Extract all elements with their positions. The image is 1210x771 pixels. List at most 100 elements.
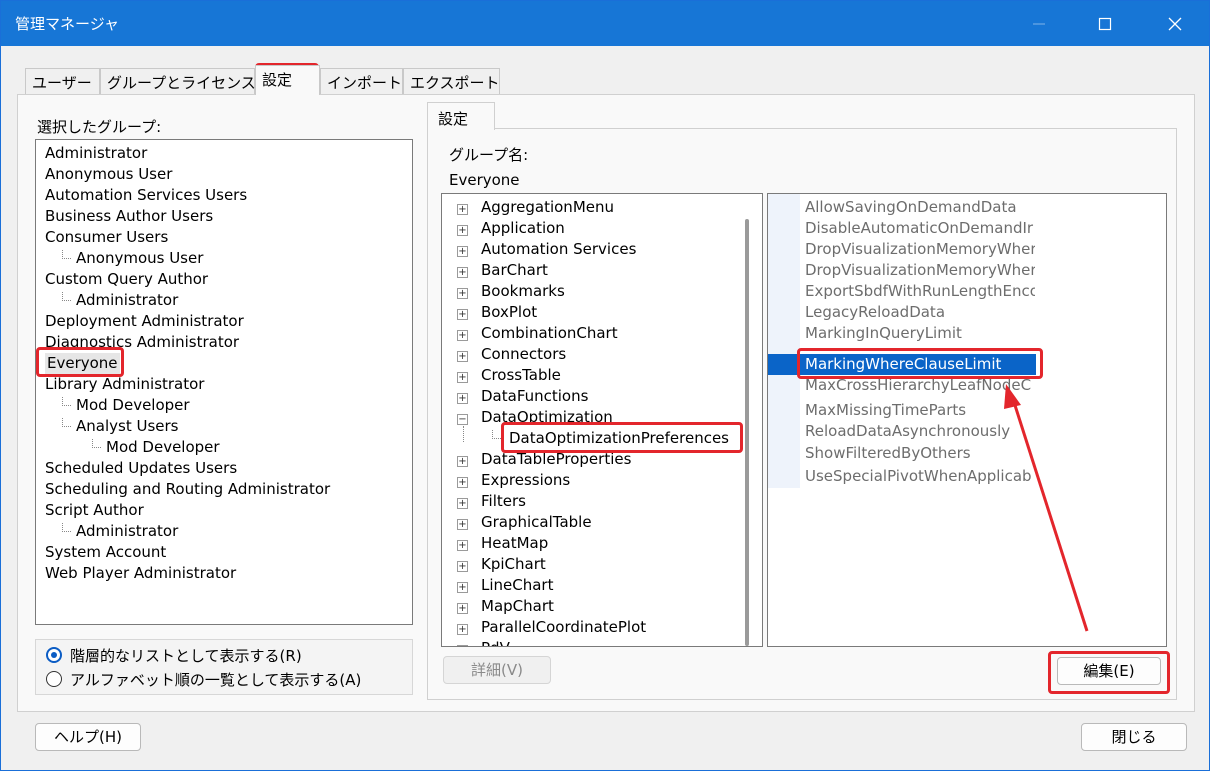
expand-icon[interactable]: + [457, 477, 468, 488]
category-item[interactable]: BoxPlot [481, 302, 537, 323]
group-item[interactable]: Script Author [45, 500, 144, 521]
expand-icon[interactable]: + [457, 204, 468, 215]
group-item[interactable]: Automation Services Users [45, 185, 247, 206]
tab-settings[interactable]: 設定 [255, 65, 320, 95]
collapse-icon[interactable]: − [457, 414, 468, 425]
category-item[interactable]: KpiChart [481, 554, 546, 575]
group-item[interactable]: Library Administrator [45, 374, 204, 395]
expand-icon[interactable]: + [457, 267, 468, 278]
tab-import[interactable]: インポート [320, 68, 403, 95]
group-item[interactable]: Administrator [45, 143, 147, 164]
group-list[interactable]: Administrator Anonymous User Automation … [35, 139, 413, 625]
minimize-button[interactable] [1009, 1, 1069, 46]
group-item[interactable]: Mod Developer [76, 395, 190, 416]
tab-groups-and-licenses[interactable]: グループとライセンス [100, 68, 256, 95]
category-item[interactable]: Bookmarks [481, 281, 565, 302]
category-item[interactable]: AggregationMenu [481, 197, 614, 218]
group-item[interactable]: Diagnostics Administrator [45, 332, 239, 353]
category-item[interactable]: ParallelCoordinatePlot [481, 617, 646, 638]
expand-icon[interactable]: + [457, 645, 468, 646]
setting-properties-list[interactable]: AllowSavingOnDemandData DisableAutomatic… [767, 193, 1167, 647]
property-row[interactable]: DisableAutomaticOnDemandIr [768, 218, 1036, 239]
expand-icon[interactable]: + [457, 351, 468, 362]
group-item[interactable]: Deployment Administrator [45, 311, 244, 332]
category-item[interactable]: DataFunctions [481, 386, 588, 407]
tree-connector [62, 250, 71, 259]
property-row[interactable]: UseSpecialPivotWhenApplicab [768, 466, 1036, 487]
expand-icon[interactable]: + [457, 309, 468, 320]
category-item[interactable]: Automation Services [481, 239, 636, 260]
group-item[interactable]: Analyst Users [76, 416, 178, 437]
category-item[interactable]: HeatMap [481, 533, 548, 554]
close-window-button[interactable] [1145, 1, 1205, 46]
expand-icon[interactable]: + [457, 393, 468, 404]
property-row[interactable]: AllowSavingOnDemandData [768, 197, 1036, 218]
group-item-everyone-selected[interactable]: Everyone [45, 353, 120, 374]
group-item[interactable]: Administrator [76, 521, 178, 542]
expand-icon[interactable]: + [457, 456, 468, 467]
expand-icon[interactable]: + [457, 561, 468, 572]
category-item[interactable]: MapChart [481, 596, 554, 617]
category-item[interactable]: Connectors [481, 344, 566, 365]
settings-subtab[interactable]: 設定 [427, 102, 495, 130]
details-button[interactable]: 詳細(V) [443, 656, 551, 684]
group-item[interactable]: Web Player Administrator [45, 563, 236, 584]
property-row[interactable]: ShowFilteredByOthers [768, 443, 1036, 464]
tab-export[interactable]: エクスポート [403, 68, 500, 95]
group-item[interactable]: Administrator [76, 290, 178, 311]
property-row[interactable]: DropVisualizationMemoryWher [768, 260, 1036, 281]
radio-hierarchical-label[interactable]: 階層的なリストとして表示する(R) [70, 645, 302, 666]
expand-icon[interactable]: + [457, 330, 468, 341]
category-item[interactable]: DataOptimization [481, 407, 613, 428]
category-item[interactable]: Expressions [481, 470, 570, 491]
expand-icon[interactable]: + [457, 582, 468, 593]
property-row[interactable]: LegacyReloadData [768, 302, 1036, 323]
expand-icon[interactable]: + [457, 372, 468, 383]
property-row-selected[interactable]: MarkingWhereClauseLimit [768, 354, 1036, 375]
group-item[interactable]: Consumer Users [45, 227, 168, 248]
category-item[interactable]: BarChart [481, 260, 548, 281]
property-row[interactable]: MaxCrossHierarchyLeafNodeC [768, 375, 1036, 396]
group-item[interactable]: System Account [45, 542, 166, 563]
group-item[interactable]: Custom Query Author [45, 269, 208, 290]
category-item[interactable]: GraphicalTable [481, 512, 592, 533]
expand-icon[interactable]: + [457, 540, 468, 551]
expand-icon[interactable]: + [457, 603, 468, 614]
expand-icon[interactable]: + [457, 519, 468, 530]
edit-button[interactable]: 編集(E) [1057, 657, 1161, 685]
property-row[interactable]: ReloadDataAsynchronously [768, 421, 1036, 442]
minimize-icon [1033, 23, 1045, 24]
category-item[interactable]: CombinationChart [481, 323, 618, 344]
radio-hierarchical[interactable] [46, 647, 62, 663]
radio-alphabetical-label[interactable]: アルファベット順の一覧として表示する(A) [70, 669, 361, 690]
expand-icon[interactable]: + [457, 225, 468, 236]
category-scrollbar[interactable] [745, 219, 749, 646]
group-item[interactable]: Scheduling and Routing Administrator [45, 479, 330, 500]
category-item[interactable]: Filters [481, 491, 526, 512]
category-item[interactable]: LineChart [481, 575, 553, 596]
category-item[interactable]: CrossTable [481, 365, 561, 386]
help-button[interactable]: ヘルプ(H) [35, 723, 141, 751]
expand-icon[interactable]: + [457, 498, 468, 509]
expand-icon[interactable]: + [457, 246, 468, 257]
expand-icon[interactable]: + [457, 624, 468, 635]
group-item[interactable]: Anonymous User [45, 164, 172, 185]
tab-users[interactable]: ユーザー [25, 68, 100, 95]
group-item[interactable]: Mod Developer [106, 437, 220, 458]
category-item-data-optimization-preferences[interactable]: DataOptimizationPreferences [506, 428, 732, 449]
category-item[interactable]: Application [481, 218, 565, 239]
property-row[interactable]: ExportSbdfWithRunLengthEnco [768, 281, 1036, 302]
group-item[interactable]: Anonymous User [76, 248, 203, 269]
group-item[interactable]: Business Author Users [45, 206, 213, 227]
property-row[interactable]: MarkingInQueryLimit [768, 323, 1036, 344]
expand-icon[interactable]: + [457, 288, 468, 299]
maximize-button[interactable] [1075, 1, 1135, 46]
radio-alphabetical[interactable] [46, 671, 62, 687]
property-row[interactable]: DropVisualizationMemoryWher [768, 239, 1036, 260]
category-item[interactable]: DataTableProperties [481, 449, 631, 470]
settings-category-tree[interactable]: + AggregationMenu + Application + Automa… [441, 193, 763, 647]
category-item[interactable]: PdV [481, 638, 510, 646]
property-row[interactable]: MaxMissingTimeParts [768, 400, 1036, 421]
close-button[interactable]: 閉じる [1081, 723, 1187, 751]
group-item[interactable]: Scheduled Updates Users [45, 458, 237, 479]
